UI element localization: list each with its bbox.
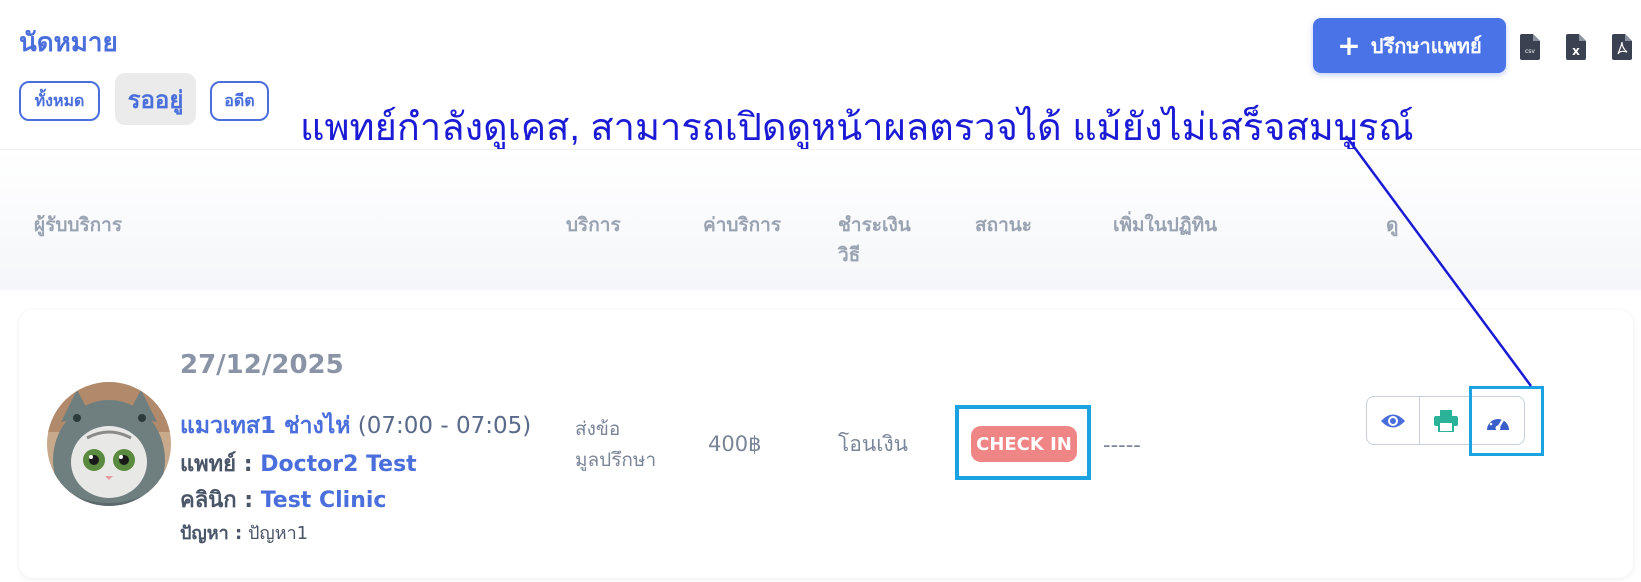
column-header-payment-line2: วิธี — [838, 244, 861, 266]
patient-line: แมวเทส1 ช่างไห่ (07:00 - 07:05) — [180, 408, 531, 444]
clinic-name: Test Clinic — [260, 488, 387, 513]
filter-past-button[interactable]: อดีต — [210, 81, 269, 121]
plus-icon: + — [1337, 28, 1361, 62]
column-header-payment-line1: ชำระเงิน — [838, 214, 911, 236]
patient-name[interactable]: แมวเทส1 ช่างไห่ — [180, 413, 350, 439]
consult-doctor-label: ปรึกษาแพทย์ — [1370, 33, 1482, 58]
doctor-label: แพทย์ : — [180, 452, 253, 477]
column-header-calendar: เพิ่มในปฏิทิน — [1113, 214, 1218, 236]
column-header-payment: ชำระเงิน วิธี — [838, 210, 911, 270]
column-header-service: บริการ — [566, 214, 621, 236]
excel-file-icon[interactable]: x — [1566, 34, 1586, 60]
price-cell: 400฿ — [708, 432, 762, 456]
problem-line: ปัญหา : ปัญหา1 — [180, 518, 308, 547]
service-line-2: มูลปรึกษา — [575, 449, 657, 471]
service-cell: ส่งข้อ มูลปรึกษา — [575, 414, 656, 476]
excel-label: x — [1572, 44, 1580, 58]
view-button[interactable] — [1367, 397, 1420, 444]
column-header-status: สถานะ — [975, 214, 1032, 236]
payment-cell: โอนเงิน — [838, 432, 909, 456]
column-header-patient: ผู้รับบริการ — [34, 214, 123, 236]
csv-label: csv — [1525, 48, 1535, 55]
problem-value: ปัญหา1 — [247, 523, 309, 544]
csv-file-icon[interactable]: csv — [1520, 34, 1540, 60]
annotation-text: แพทย์กำลังดูเคส, สามารถเปิดดูหน้าผลตรวจไ… — [300, 107, 1414, 149]
appointment-time: (07:00 - 07:05) — [357, 413, 532, 439]
printer-icon — [1433, 409, 1458, 432]
appointment-date: 27/12/2025 — [180, 350, 344, 380]
filter-waiting-button[interactable]: รออยู่ — [115, 73, 196, 125]
pdf-file-icon[interactable] — [1612, 34, 1632, 60]
problem-label: ปัญหา : — [180, 523, 243, 544]
filter-all-button[interactable]: ทั้งหมด — [19, 81, 100, 121]
clinic-line: คลินิก : Test Clinic — [180, 482, 386, 517]
consult-doctor-button[interactable]: + ปรึกษาแพทย์ — [1313, 18, 1506, 73]
service-line-1: ส่งข้อ — [575, 418, 621, 440]
calendar-cell: ----- — [1103, 433, 1141, 457]
column-header-view: ดู — [1386, 214, 1399, 236]
clinic-label: คลินิก : — [180, 488, 254, 513]
status-badge: CHECK IN — [971, 426, 1077, 462]
doctor-line: แพทย์ : Doctor2 Test — [180, 446, 417, 481]
doctor-name: Doctor2 Test — [260, 452, 417, 477]
avatar — [47, 382, 171, 506]
eye-icon — [1380, 414, 1405, 427]
page-title: นัดหมาย — [19, 28, 118, 58]
dashboard-highlight-box — [1469, 386, 1544, 456]
print-button[interactable] — [1420, 397, 1473, 444]
column-header-price: ค่าบริการ — [703, 214, 782, 236]
